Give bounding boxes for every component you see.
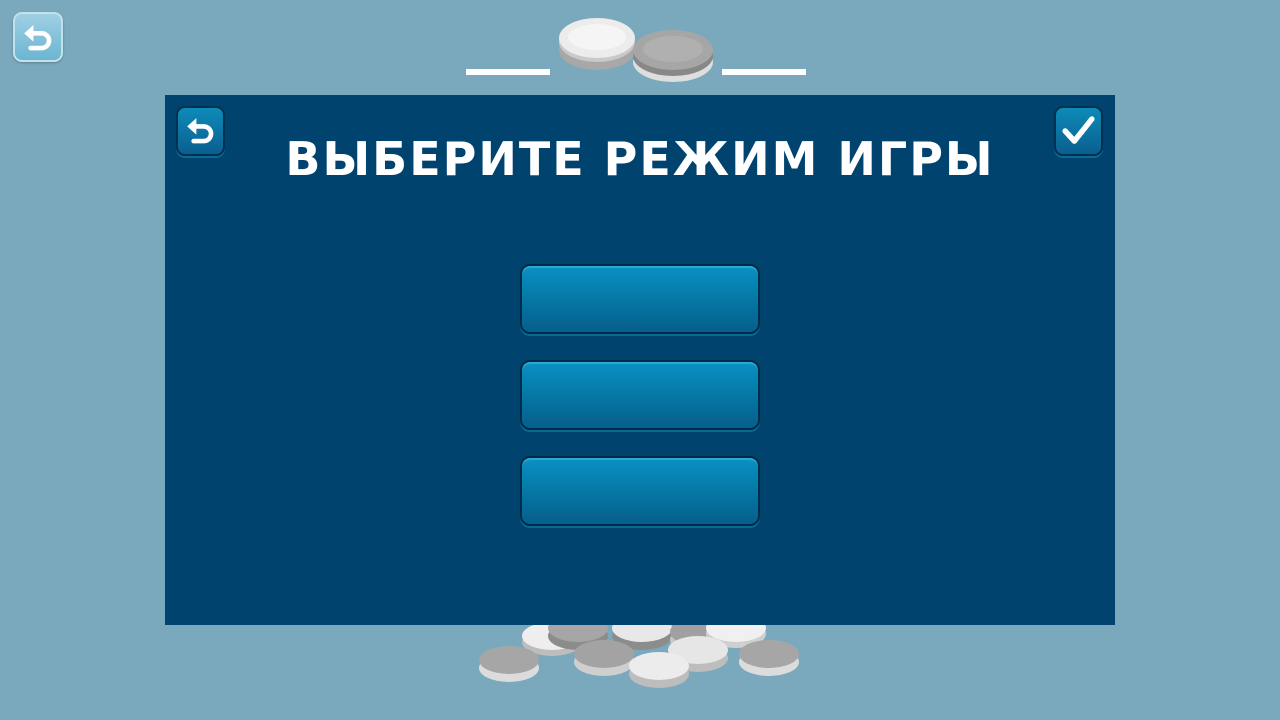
game-mode-button-2[interactable] — [520, 360, 760, 430]
game-mode-button-3[interactable] — [520, 456, 760, 526]
page-title: ВЫБЕРИТЕ РЕЖИМ ИГРЫ — [285, 132, 995, 186]
white-checker-icon — [559, 18, 635, 70]
background-back-button[interactable] — [13, 12, 63, 62]
undo-icon — [24, 25, 52, 51]
game-screen: ВЫБЕРИТЕ РЕЖИМ ИГРЫ — [0, 0, 1280, 720]
gray-checker-icon — [633, 30, 713, 82]
player-one-score-line — [466, 69, 550, 75]
player-two-score-line — [722, 69, 806, 75]
mode-selection-panel: ВЫБЕРИТЕ РЕЖИМ ИГРЫ — [165, 95, 1115, 625]
game-mode-button-1[interactable] — [520, 264, 760, 334]
